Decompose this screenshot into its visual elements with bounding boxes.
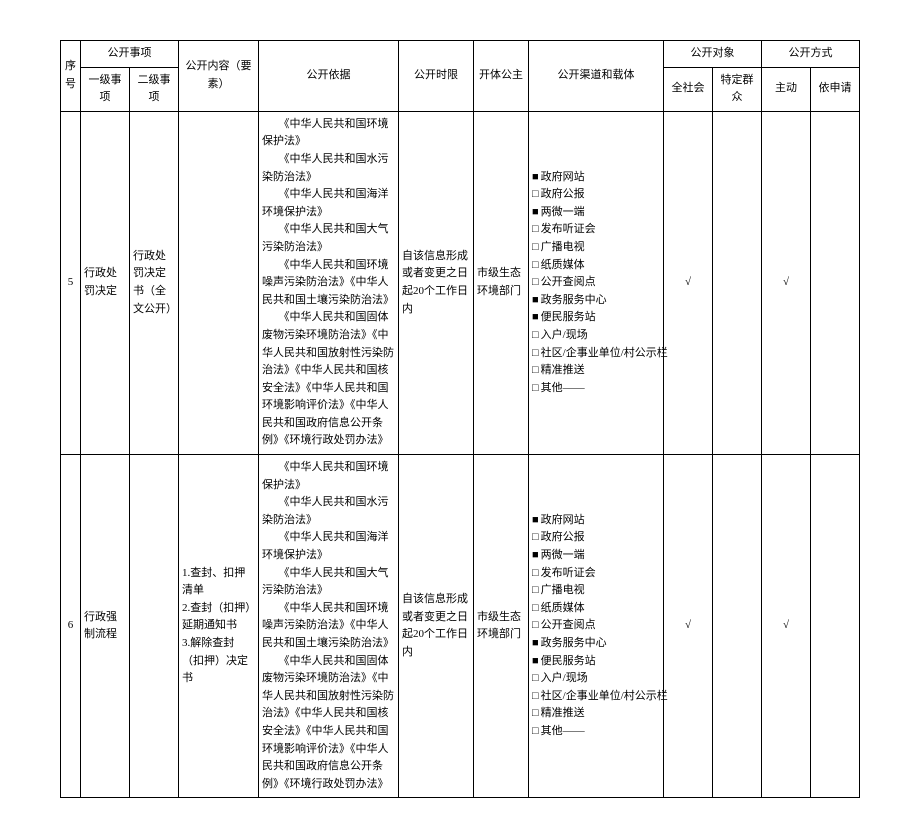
h-matter: 公开事项 — [81, 41, 179, 68]
cell-level1: 行政处罚决定 — [81, 111, 130, 454]
cell-subject: 市级生态环境部门 — [474, 455, 529, 798]
channel-option: □其他—— — [532, 380, 660, 398]
checkbox-unchecked-icon: □ — [532, 707, 539, 719]
channel-option: □政府公报 — [532, 529, 660, 547]
cell-time: 自该信息形成或者变更之日起20个工作日内 — [399, 455, 474, 798]
checkbox-unchecked-icon: □ — [532, 223, 539, 235]
h-target: 公开对象 — [664, 41, 762, 68]
h-way-apply: 依申请 — [811, 67, 860, 111]
cell-level2: 行政处罚决定书（全文公开） — [130, 111, 179, 454]
cell-level1: 行政强制流程 — [81, 455, 130, 798]
checkbox-checked-icon: ■ — [532, 549, 539, 561]
h-channel: 公开渠道和载体 — [529, 41, 664, 112]
channel-option: ■两微一端 — [532, 547, 660, 565]
h-level2: 二级事项 — [130, 67, 179, 111]
channel-option: □发布听证会 — [532, 565, 660, 583]
channel-option: □精准推送 — [532, 705, 660, 723]
cell-way-apply — [811, 455, 860, 798]
checkbox-unchecked-icon: □ — [532, 672, 539, 684]
channel-option: ■政务服务中心 — [532, 635, 660, 653]
checkbox-checked-icon: ■ — [532, 294, 539, 306]
h-subject: 开体公主 — [474, 41, 529, 112]
cell-target-spec — [713, 455, 762, 798]
cell-way-active: √ — [762, 111, 811, 454]
checkbox-unchecked-icon: □ — [532, 347, 539, 359]
channel-option: □公开查阅点 — [532, 617, 660, 635]
h-target-spec: 特定群众 — [713, 67, 762, 111]
h-seq: 序号 — [61, 41, 81, 112]
checkbox-checked-icon: ■ — [532, 311, 539, 323]
checkbox-unchecked-icon: □ — [532, 567, 539, 579]
checkbox-unchecked-icon: □ — [532, 329, 539, 341]
checkbox-unchecked-icon: □ — [532, 690, 539, 702]
cell-target-spec — [713, 111, 762, 454]
channel-option: □广播电视 — [532, 239, 660, 257]
channel-option: □政府公报 — [532, 186, 660, 204]
checkbox-checked-icon: ■ — [532, 206, 539, 218]
channel-option: ■政务服务中心 — [532, 292, 660, 310]
channel-option: □纸质媒体 — [532, 600, 660, 618]
cell-content: 1.查封、扣押清单2.查封（扣押）延期通知书3.解除查封（扣押）决定书 — [179, 455, 259, 798]
channel-option: ■两微一端 — [532, 204, 660, 222]
channel-option: □精准推送 — [532, 362, 660, 380]
checkbox-checked-icon: ■ — [532, 655, 539, 667]
cell-basis: 《中华人民共和国环境保护法》《中华人民共和国水污染防治法》《中华人民共和国海洋环… — [259, 111, 399, 454]
cell-channel: ■政府网站□政府公报■两微一端□发布听证会□广播电视□纸质媒体□公开查阅点■政务… — [529, 111, 664, 454]
channel-option: □社区/企事业单位/村公示栏 — [532, 688, 660, 706]
h-level1: 一级事项 — [81, 67, 130, 111]
h-basis: 公开依据 — [259, 41, 399, 112]
h-target-all: 全社会 — [664, 67, 713, 111]
cell-seq: 5 — [61, 111, 81, 454]
checkbox-unchecked-icon: □ — [532, 241, 539, 253]
cell-basis: 《中华人民共和国环境保护法》《中华人民共和国水污染防治法》《中华人民共和国海洋环… — [259, 455, 399, 798]
channel-option: ■政府网站 — [532, 169, 660, 187]
h-content: 公开内容（要素） — [179, 41, 259, 112]
checkbox-checked-icon: ■ — [532, 637, 539, 649]
cell-level2 — [130, 455, 179, 798]
checkbox-checked-icon: ■ — [532, 514, 539, 526]
checkbox-unchecked-icon: □ — [532, 188, 539, 200]
h-way: 公开方式 — [762, 41, 860, 68]
cell-target-all: √ — [664, 111, 713, 454]
checkbox-unchecked-icon: □ — [532, 531, 539, 543]
checkbox-checked-icon: ■ — [532, 171, 539, 183]
checkbox-unchecked-icon: □ — [532, 364, 539, 376]
cell-channel: ■政府网站□政府公报■两微一端□发布听证会□广播电视□纸质媒体□公开查阅点■政务… — [529, 455, 664, 798]
h-way-active: 主动 — [762, 67, 811, 111]
channel-option: □社区/企事业单位/村公示栏 — [532, 345, 660, 363]
h-time: 公开时限 — [399, 41, 474, 112]
table-row: 5行政处罚决定行政处罚决定书（全文公开） 《中华人民共和国环境保护法》《中华人民共… — [61, 111, 860, 454]
checkbox-unchecked-icon: □ — [532, 619, 539, 631]
cell-way-apply — [811, 111, 860, 454]
channel-option: □纸质媒体 — [532, 257, 660, 275]
cell-time: 自该信息形成或者变更之日起20个工作日内 — [399, 111, 474, 454]
channel-option: ■便民服务站 — [532, 653, 660, 671]
cell-seq: 6 — [61, 455, 81, 798]
checkbox-unchecked-icon: □ — [532, 276, 539, 288]
channel-option: □入户/现场 — [532, 327, 660, 345]
channel-option: □公开查阅点 — [532, 274, 660, 292]
cell-content — [179, 111, 259, 454]
channel-option: □广播电视 — [532, 582, 660, 600]
channel-option: □其他—— — [532, 723, 660, 741]
cell-way-active: √ — [762, 455, 811, 798]
channel-option: ■便民服务站 — [532, 309, 660, 327]
channel-option: □入户/现场 — [532, 670, 660, 688]
cell-subject: 市级生态环境部门 — [474, 111, 529, 454]
cell-target-all: √ — [664, 455, 713, 798]
checkbox-unchecked-icon: □ — [532, 725, 539, 737]
checkbox-unchecked-icon: □ — [532, 259, 539, 271]
checkbox-unchecked-icon: □ — [532, 382, 539, 394]
table-row: 6行政强制流程 1.查封、扣押清单2.查封（扣押）延期通知书3.解除查封（扣押）决… — [61, 455, 860, 798]
channel-option: □发布听证会 — [532, 221, 660, 239]
disclosure-table: 序号 公开事项 公开内容（要素） 公开依据 公开时限 开体公主 公开渠道和载体 … — [60, 40, 860, 798]
checkbox-unchecked-icon: □ — [532, 602, 539, 614]
checkbox-unchecked-icon: □ — [532, 584, 539, 596]
channel-option: ■政府网站 — [532, 512, 660, 530]
